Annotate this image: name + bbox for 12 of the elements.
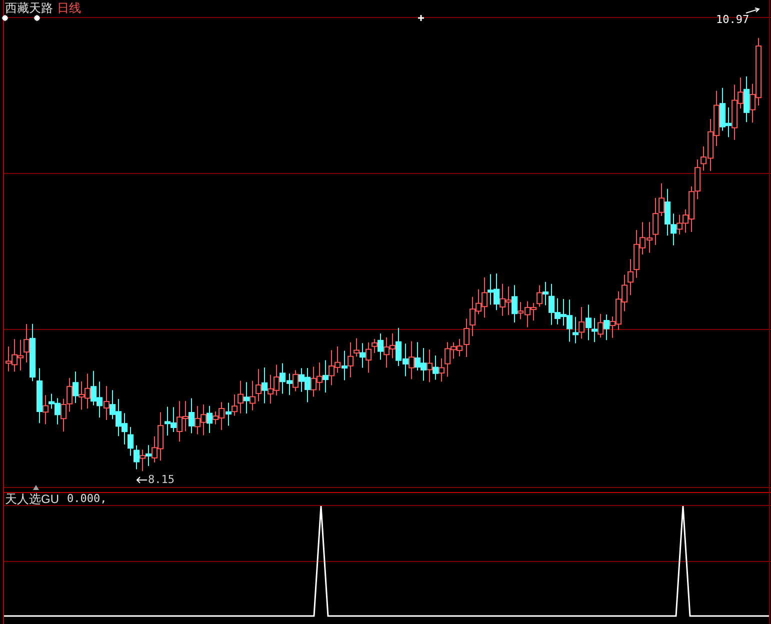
plus-marker-icon [417, 14, 425, 22]
low-price-label: 8.15 [148, 473, 174, 487]
stock-title: 西藏天路 [5, 0, 53, 16]
asterisk-marker-icon [33, 14, 41, 22]
indicator-value: 0.000, [67, 491, 107, 507]
triangle-marker-icon [33, 485, 39, 490]
period-label: 日线 [57, 0, 81, 16]
high-price-label: 10.97 [716, 13, 750, 27]
high-pointer-icon [746, 8, 760, 14]
asterisk-marker-icon [1, 14, 9, 22]
indicator-name: 天人选GU [5, 491, 59, 507]
low-pointer-icon [136, 476, 148, 484]
